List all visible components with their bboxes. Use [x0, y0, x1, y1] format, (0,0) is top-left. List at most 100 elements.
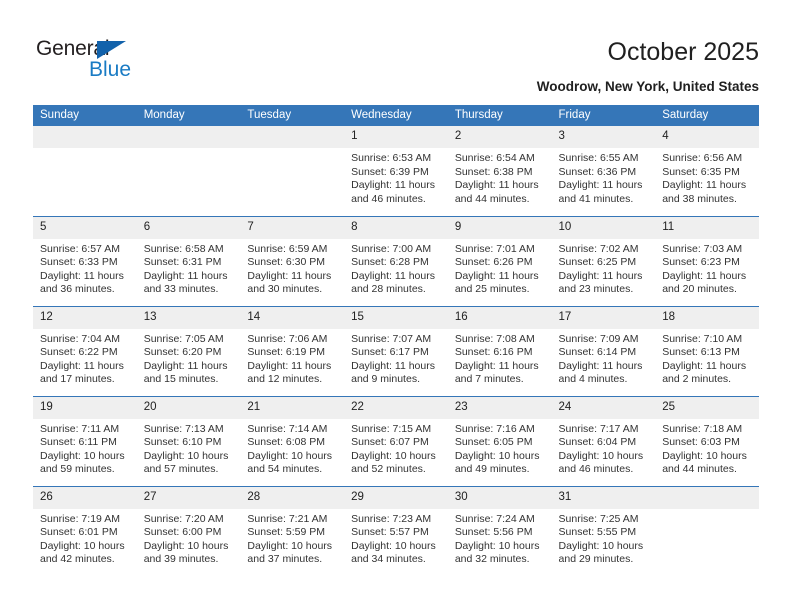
calendar-day-cell[interactable]: 12 Sunrise: 7:04 AM Sunset: 6:22 PM Dayligh…: [33, 305, 137, 396]
sun-info: Sunrise: 7:17 AM Sunset: 6:04 PM Daylight:…: [552, 419, 656, 477]
sunrise-text: Sunrise: 7:17 AM: [558, 422, 639, 435]
calendar-day-cell[interactable]: 27 Sunrise: 7:20 AM Sunset: 6:00 PM Dayligh…: [136, 485, 241, 576]
daylight-text-line1: Daylight: 10 hours: [558, 539, 644, 552]
calendar-cell-empty: [33, 126, 137, 216]
sun-info: Sunrise: 7:16 AM Sunset: 6:05 PM Daylight:…: [448, 419, 552, 477]
calendar-day-cell[interactable]: 23 Sunrise: 7:16 AM Sunset: 6:05 PM Dayligh…: [447, 395, 552, 486]
daylight-text-line1: Daylight: 11 hours: [351, 359, 435, 372]
weekday-header-row: Sunday Monday Tuesday Wednesday Thursday…: [33, 105, 759, 126]
daylight-text-line1: Daylight: 10 hours: [351, 539, 436, 552]
daylight-text-line1: Daylight: 11 hours: [454, 269, 539, 282]
daylight-text-line2: and 42 minutes.: [40, 553, 115, 566]
sun-info: Sunrise: 7:18 AM Sunset: 6:03 PM Daylight:…: [655, 419, 759, 477]
calendar-day-cell[interactable]: 15 Sunrise: 7:07 AM Sunset: 6:17 PM Dayligh…: [344, 305, 448, 396]
day-number: 24: [551, 396, 656, 419]
calendar-day-cell[interactable]: 19 Sunrise: 7:11 AM Sunset: 6:11 PM Dayligh…: [33, 395, 137, 486]
sunset-text: Sunset: 6:00 PM: [143, 526, 222, 539]
sunrise-text: Sunrise: 7:06 AM: [247, 332, 328, 345]
calendar-day-cell[interactable]: 11 Sunrise: 7:03 AM Sunset: 6:23 PM Dayligh…: [655, 215, 759, 306]
sun-info: Sunrise: 7:02 AM Sunset: 6:25 PM Daylight:…: [552, 239, 656, 297]
calendar-day-cell[interactable]: 30 Sunrise: 7:24 AM Sunset: 5:56 PM Dayligh…: [447, 485, 552, 576]
calendar-day-cell[interactable]: 9 Sunrise: 7:01 AM Sunset: 6:26 PM Daylight…: [447, 215, 552, 306]
sun-info: Sunrise: 7:11 AM Sunset: 6:11 PM Daylight:…: [33, 419, 137, 477]
sunset-text: Sunset: 6:36 PM: [558, 165, 637, 178]
sun-info: Sunrise: 6:55 AM Sunset: 6:36 PM Daylight:…: [552, 148, 656, 206]
calendar-day-cell[interactable]: 29 Sunrise: 7:23 AM Sunset: 5:57 PM Dayligh…: [344, 485, 448, 576]
calendar-day-cell[interactable]: 5 Sunrise: 6:57 AM Sunset: 6:33 PM Daylight…: [33, 215, 137, 306]
daylight-text-line1: Daylight: 10 hours: [351, 449, 436, 462]
sun-info: Sunrise: 7:14 AM Sunset: 6:08 PM Daylight:…: [240, 419, 344, 477]
daylight-text-line2: and 36 minutes.: [40, 283, 115, 296]
sunrise-text: Sunrise: 7:07 AM: [351, 332, 432, 345]
day-number: 4: [655, 126, 759, 148]
calendar-day-cell[interactable]: 17 Sunrise: 7:09 AM Sunset: 6:14 PM Dayligh…: [551, 305, 656, 396]
sunrise-text: Sunrise: 7:15 AM: [351, 422, 432, 435]
day-number: 21: [240, 396, 345, 419]
calendar-day-cell[interactable]: 16 Sunrise: 7:08 AM Sunset: 6:16 PM Dayligh…: [447, 305, 552, 396]
daylight-text-line1: Daylight: 11 hours: [662, 269, 747, 282]
calendar-day-cell[interactable]: 4 Sunrise: 6:56 AM Sunset: 6:35 PM Daylight…: [655, 126, 759, 216]
calendar-day-cell[interactable]: 25 Sunrise: 7:18 AM Sunset: 6:03 PM Dayligh…: [655, 395, 759, 486]
calendar-day-cell[interactable]: 22 Sunrise: 7:15 AM Sunset: 6:07 PM Dayligh…: [344, 395, 448, 486]
calendar-day-cell[interactable]: 31 Sunrise: 7:25 AM Sunset: 5:55 PM Dayligh…: [551, 485, 656, 576]
weekday-header-sunday: Sunday: [33, 105, 137, 126]
calendar-day-cell[interactable]: 10 Sunrise: 7:02 AM Sunset: 6:25 PM Dayligh…: [551, 215, 656, 306]
calendar-day-cell[interactable]: 24 Sunrise: 7:17 AM Sunset: 6:04 PM Dayligh…: [551, 395, 656, 486]
daylight-text-line1: Daylight: 11 hours: [558, 269, 643, 282]
calendar-day-cell[interactable]: 1 Sunrise: 6:53 AM Sunset: 6:39 PM Daylight…: [344, 126, 448, 216]
calendar-day-cell[interactable]: 28 Sunrise: 7:21 AM Sunset: 5:59 PM Dayligh…: [240, 485, 345, 576]
general-blue-logo[interactable]: General Blue: [36, 37, 146, 85]
sunset-text: Sunset: 6:30 PM: [247, 256, 326, 269]
calendar-day-cell[interactable]: 2 Sunrise: 6:54 AM Sunset: 6:38 PM Daylight…: [447, 126, 552, 216]
sunrise-text: Sunrise: 7:00 AM: [351, 242, 432, 255]
calendar-day-cell[interactable]: 3 Sunrise: 6:55 AM Sunset: 6:36 PM Daylight…: [551, 126, 656, 216]
daylight-text-line2: and 12 minutes.: [247, 373, 323, 386]
day-number: 26: [33, 486, 137, 509]
daylight-text-line2: and 9 minutes.: [351, 373, 420, 386]
day-number: 28: [240, 486, 345, 509]
sun-info: Sunrise: 7:24 AM Sunset: 5:56 PM Daylight:…: [448, 509, 552, 567]
sun-info: Sunrise: 6:56 AM Sunset: 6:35 PM Daylight:…: [655, 148, 759, 206]
page-header: General Blue October 2025 Woodrow, New Y…: [0, 0, 792, 100]
sunset-text: Sunset: 6:13 PM: [662, 346, 740, 359]
calendar-day-cell[interactable]: 14 Sunrise: 7:06 AM Sunset: 6:19 PM Dayligh…: [240, 305, 345, 396]
calendar-container: Sunday Monday Tuesday Wednesday Thursday…: [33, 105, 759, 576]
calendar-day-cell[interactable]: 26 Sunrise: 7:19 AM Sunset: 6:01 PM Dayligh…: [33, 485, 137, 576]
daylight-text-line2: and 15 minutes.: [143, 373, 219, 386]
sunset-text: Sunset: 5:59 PM: [247, 526, 326, 539]
sun-info: Sunrise: 7:07 AM Sunset: 6:17 PM Daylight:…: [344, 329, 448, 387]
sun-info: Sunrise: 7:25 AM Sunset: 5:55 PM Daylight:…: [552, 509, 656, 567]
daylight-text-line2: and 7 minutes.: [454, 373, 524, 386]
day-number: 14: [240, 306, 345, 329]
daylight-text-line2: and 37 minutes.: [247, 553, 323, 566]
sunrise-text: Sunrise: 7:13 AM: [143, 422, 224, 435]
daylight-text-line2: and 20 minutes.: [662, 283, 737, 296]
calendar-day-cell[interactable]: 20 Sunrise: 7:13 AM Sunset: 6:10 PM Dayligh…: [136, 395, 241, 486]
calendar-day-cell[interactable]: 21 Sunrise: 7:14 AM Sunset: 6:08 PM Dayligh…: [240, 395, 345, 486]
weekday-header-saturday: Saturday: [655, 105, 759, 126]
sun-info: Sunrise: 7:15 AM Sunset: 6:07 PM Daylight:…: [344, 419, 448, 477]
sunset-text: Sunset: 5:56 PM: [454, 526, 533, 539]
day-number: 15: [344, 306, 448, 329]
sunrise-text: Sunrise: 6:54 AM: [454, 152, 535, 164]
sunset-text: Sunset: 6:23 PM: [662, 256, 740, 269]
sun-info: Sunrise: 7:01 AM Sunset: 6:26 PM Daylight:…: [448, 239, 552, 297]
calendar-day-cell[interactable]: 13 Sunrise: 7:05 AM Sunset: 6:20 PM Dayligh…: [136, 305, 241, 396]
daylight-text-line1: Daylight: 11 hours: [40, 269, 124, 282]
calendar-day-cell[interactable]: 6 Sunrise: 6:58 AM Sunset: 6:31 PM Daylight…: [136, 215, 241, 306]
sunrise-text: Sunrise: 6:55 AM: [558, 152, 639, 164]
daylight-text-line1: Daylight: 11 hours: [454, 359, 539, 372]
calendar-day-cell[interactable]: 18 Sunrise: 7:10 AM Sunset: 6:13 PM Dayligh…: [655, 305, 759, 396]
daylight-text-line1: Daylight: 10 hours: [247, 449, 333, 462]
calendar-day-cell[interactable]: 7 Sunrise: 6:59 AM Sunset: 6:30 PM Daylight…: [240, 215, 345, 306]
sunrise-text: Sunrise: 7:10 AM: [662, 332, 743, 345]
sun-info: Sunrise: 7:00 AM Sunset: 6:28 PM Daylight:…: [344, 239, 448, 297]
daylight-text-line2: and 32 minutes.: [454, 553, 530, 566]
calendar-day-cell[interactable]: 8 Sunrise: 7:00 AM Sunset: 6:28 PM Daylight…: [344, 215, 448, 306]
daylight-text-line1: Daylight: 11 hours: [558, 179, 643, 192]
day-number: 31: [551, 486, 656, 509]
sun-info: Sunrise: 7:05 AM Sunset: 6:20 PM Daylight:…: [137, 329, 241, 387]
daylight-text-line2: and 25 minutes.: [454, 283, 530, 296]
daylight-text-line1: Daylight: 11 hours: [351, 179, 435, 192]
calendar-week-row: 12 Sunrise: 7:04 AM Sunset: 6:22 PM Dayligh…: [33, 305, 759, 396]
